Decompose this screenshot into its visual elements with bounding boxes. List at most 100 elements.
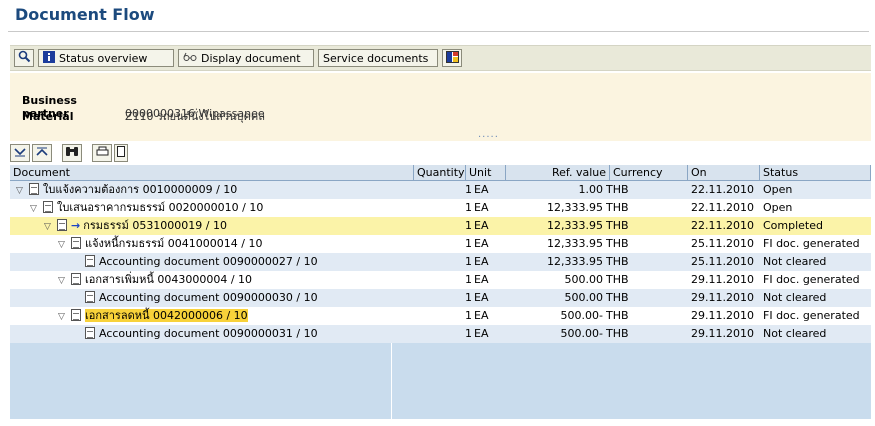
material-row: Material Z110 รถยนต์นั่งไปส่วนบุคคล — [22, 107, 265, 125]
collapse-all-button[interactable] — [32, 144, 52, 162]
chevron-up-icon — [36, 147, 48, 160]
binoculars-icon — [65, 146, 79, 160]
unit-cell: EA — [474, 255, 489, 268]
document-label[interactable]: แจ้งหนี้กรมธรรม์ 0041000014 / 10 — [85, 237, 262, 250]
date-cell: 22.11.2010 — [691, 201, 754, 214]
ref-value-cell: 500.00- — [560, 327, 603, 340]
document-icon — [85, 291, 95, 303]
quantity-cell: 1 — [465, 273, 472, 286]
table-row[interactable]: ▽ ใบเสนอราคากรมธรรม์ 0020000010 / 10 1 EA 12… — [10, 199, 871, 217]
expand-toggle-icon[interactable]: ▽ — [58, 236, 68, 253]
status-cell: Completed — [763, 219, 823, 232]
service-documents-label: Service documents — [323, 51, 429, 65]
col-header-document[interactable]: Document — [10, 165, 414, 181]
expand-toggle-icon[interactable]: ▽ — [44, 218, 54, 235]
document-cell: ▽ ใบเสนอราคากรมธรรม์ 0020000010 / 10 — [30, 199, 410, 217]
unit-cell: EA — [474, 309, 489, 322]
document-cell: ▽ แจ้งหนี้กรมธรรม์ 0041000014 / 10 — [58, 235, 410, 253]
status-overview-label: Status overview — [59, 51, 148, 65]
print-preview-button[interactable] — [114, 144, 128, 162]
document-header-panel: Business partner 0000000316 Wipassanee Ma… — [10, 73, 871, 141]
date-cell: 22.11.2010 — [691, 219, 754, 232]
document-icon — [85, 255, 95, 267]
tree-toolbar — [10, 144, 128, 164]
status-cell: Not cleared — [763, 255, 827, 268]
date-cell: 25.11.2010 — [691, 237, 754, 250]
document-label[interactable]: กรมธรรม์ 0531000019 / 10 — [83, 219, 227, 232]
quantity-cell: 1 — [465, 237, 472, 250]
status-cell: Not cleared — [763, 291, 827, 304]
document-label[interactable]: Accounting document 0090000027 / 10 — [99, 255, 318, 268]
currency-cell: THB — [606, 183, 629, 196]
document-icon — [71, 309, 81, 321]
date-cell: 29.11.2010 — [691, 309, 754, 322]
material-value: Z110 รถยนต์นั่งไปส่วนบุคคล — [125, 110, 265, 123]
unit-cell: EA — [474, 237, 489, 250]
unit-cell: EA — [474, 219, 489, 232]
expand-toggle-icon[interactable]: ▽ — [30, 200, 40, 217]
expand-toggle-icon[interactable]: ▽ — [58, 308, 68, 325]
col-header-status[interactable]: Status — [760, 165, 871, 181]
date-cell: 22.11.2010 — [691, 183, 754, 196]
document-icon — [117, 146, 125, 160]
ref-value-cell: 12,333.95 — [547, 255, 603, 268]
currency-cell: THB — [606, 291, 629, 304]
quantity-cell: 1 — [465, 255, 472, 268]
expand-all-button[interactable] — [10, 144, 30, 162]
document-cell: ▽ เอกสารลดหนี้ 0042000006 / 10 — [58, 307, 410, 325]
col-header-on[interactable]: On — [688, 165, 760, 181]
find-button[interactable] — [14, 49, 34, 67]
table-row[interactable]: ▽ เอกสารเพิ่มหนี้ 0043000004 / 10 1 EA 500.0… — [10, 271, 871, 289]
display-document-button[interactable]: Display document — [178, 49, 314, 67]
column-header-row: Document Quantity Unit Ref. value Curren… — [10, 165, 871, 181]
currency-cell: THB — [606, 219, 629, 232]
ref-value-cell: 12,333.95 — [547, 201, 603, 214]
service-documents-button[interactable]: Service documents — [318, 49, 438, 67]
ref-value-cell: 500.00 — [564, 291, 604, 304]
print-button[interactable] — [92, 144, 112, 162]
expand-toggle-icon[interactable]: ▽ — [58, 272, 68, 289]
magnifier-icon — [18, 50, 31, 66]
table-row[interactable]: Accounting document 0090000030 / 10 1 EA 50… — [10, 289, 871, 307]
document-icon — [57, 219, 67, 231]
date-cell: 25.11.2010 — [691, 255, 754, 268]
document-label[interactable]: เอกสารเพิ่มหนี้ 0043000004 / 10 — [85, 273, 252, 286]
page-title: Document Flow — [15, 5, 155, 24]
table-row[interactable]: ▽ แจ้งหนี้กรมธรรม์ 0041000014 / 10 1 EA 12,3… — [10, 235, 871, 253]
document-cell: ▽ → กรมธรรม์ 0531000019 / 10 — [44, 217, 410, 235]
document-label[interactable]: เอกสารลดหนี้ 0042000006 / 10 — [85, 309, 248, 322]
quantity-cell: 1 — [465, 327, 472, 340]
document-icon — [71, 273, 81, 285]
col-header-currency[interactable]: Currency — [610, 165, 688, 181]
currency-cell: THB — [606, 273, 629, 286]
status-overview-button[interactable]: Status overview — [38, 49, 174, 67]
material-label: Material — [22, 110, 74, 123]
document-cell: ▽ ใบแจ้งความต้องการ 0010000009 / 10 — [16, 181, 410, 199]
document-cell: ▽ เอกสารเพิ่มหนี้ 0043000004 / 10 — [58, 271, 410, 289]
date-cell: 29.11.2010 — [691, 327, 754, 340]
col-header-ref-value[interactable]: Ref. value — [506, 165, 610, 181]
table-row[interactable]: Accounting document 0090000027 / 10 1 EA 12… — [10, 253, 871, 271]
document-label[interactable]: ใบเสนอราคากรมธรรม์ 0020000010 / 10 — [57, 201, 263, 214]
document-label[interactable]: Accounting document 0090000030 / 10 — [99, 291, 318, 304]
col-header-quantity[interactable]: Quantity — [414, 165, 466, 181]
table-row[interactable]: Accounting document 0090000031 / 10 1 EA 50… — [10, 325, 871, 343]
quantity-cell: 1 — [465, 291, 472, 304]
col-header-unit[interactable]: Unit — [466, 165, 506, 181]
quantity-cell: 1 — [465, 201, 472, 214]
status-cell: Not cleared — [763, 327, 827, 340]
layout-button[interactable] — [442, 49, 462, 67]
table-row[interactable]: ▽ → กรมธรรม์ 0531000019 / 10 1 EA 12,333.95 TH… — [10, 217, 871, 235]
currency-cell: THB — [606, 327, 629, 340]
expand-toggle-icon[interactable]: ▽ — [16, 182, 26, 199]
date-cell: 29.11.2010 — [691, 291, 754, 304]
table-row[interactable]: ▽ ใบแจ้งความต้องการ 0010000009 / 10 1 EA 1.0… — [10, 181, 871, 199]
table-row[interactable]: ▽ เอกสารลดหนี้ 0042000006 / 10 1 EA 500.00- T… — [10, 307, 871, 325]
document-label[interactable]: ใบแจ้งความต้องการ 0010000009 / 10 — [43, 183, 237, 196]
status-cell: Open — [763, 183, 793, 196]
find-binoculars-button[interactable] — [62, 144, 82, 162]
unit-cell: EA — [474, 273, 489, 286]
currency-cell: THB — [606, 309, 629, 322]
status-cell: FI doc. generated — [763, 273, 860, 286]
document-label[interactable]: Accounting document 0090000031 / 10 — [99, 327, 318, 340]
